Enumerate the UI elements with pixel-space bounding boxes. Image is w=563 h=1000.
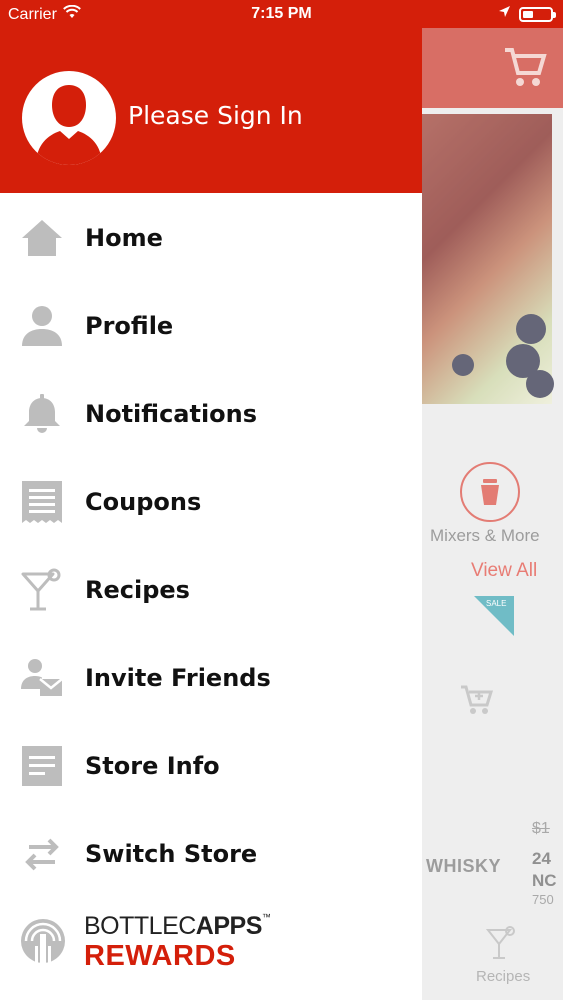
status-time: 7:15 PM — [251, 5, 312, 22]
status-bar: Carrier 7:15 PM — [0, 0, 563, 28]
menu-label-home: Home — [85, 224, 163, 252]
menu-item-invite-friends[interactable]: Invite Friends — [0, 643, 422, 713]
invite-icon — [20, 656, 64, 700]
brand-light-text: BOTTLEC — [84, 912, 196, 940]
sign-in-prompt[interactable]: Please Sign In — [128, 101, 303, 130]
home-icon — [20, 216, 64, 260]
bell-icon — [20, 392, 64, 436]
menu-label-coupons: Coupons — [85, 488, 202, 516]
brand-bold-text: APPS — [195, 912, 263, 940]
status-right — [498, 5, 556, 23]
location-arrow-icon — [498, 5, 511, 23]
drawer-scrim[interactable] — [422, 28, 563, 1000]
person-icon — [20, 304, 64, 348]
menu-label-profile: Profile — [85, 312, 174, 340]
menu-item-store-info[interactable]: Store Info — [0, 731, 422, 801]
menu-label-switch-store: Switch Store — [85, 840, 258, 868]
coupon-icon — [20, 480, 64, 524]
menu-label-invite-friends: Invite Friends — [85, 664, 271, 692]
user-silhouette-icon — [36, 85, 102, 165]
avatar[interactable] — [22, 71, 116, 165]
menu-label-recipes: Recipes — [85, 576, 190, 604]
side-drawer: Please Sign In Home Profile Notification… — [0, 0, 422, 1000]
rewards-text: REWARDS — [84, 940, 236, 972]
bottleapps-rewards-logo[interactable]: BOTTLECAPPS™ REWARDS — [18, 910, 278, 974]
menu-item-notifications[interactable]: Notifications — [0, 379, 422, 449]
battery-icon — [519, 6, 556, 22]
rewards-brand-name: BOTTLECAPPS™ — [84, 912, 271, 941]
menu-item-switch-store[interactable]: Switch Store — [0, 819, 422, 889]
drawer-header[interactable]: Please Sign In — [0, 0, 422, 193]
switch-arrows-icon — [20, 832, 64, 876]
menu-item-home[interactable]: Home — [0, 203, 422, 273]
menu-label-store-info: Store Info — [85, 752, 220, 780]
rewards-logo-icon — [18, 916, 68, 970]
cocktail-icon — [20, 568, 64, 612]
trademark-mark: ™ — [261, 912, 271, 922]
menu-label-notifications: Notifications — [85, 400, 258, 428]
menu-item-coupons[interactable]: Coupons — [0, 467, 422, 537]
document-icon — [20, 744, 64, 788]
menu-item-recipes[interactable]: Recipes — [0, 555, 422, 625]
menu-item-profile[interactable]: Profile — [0, 291, 422, 361]
